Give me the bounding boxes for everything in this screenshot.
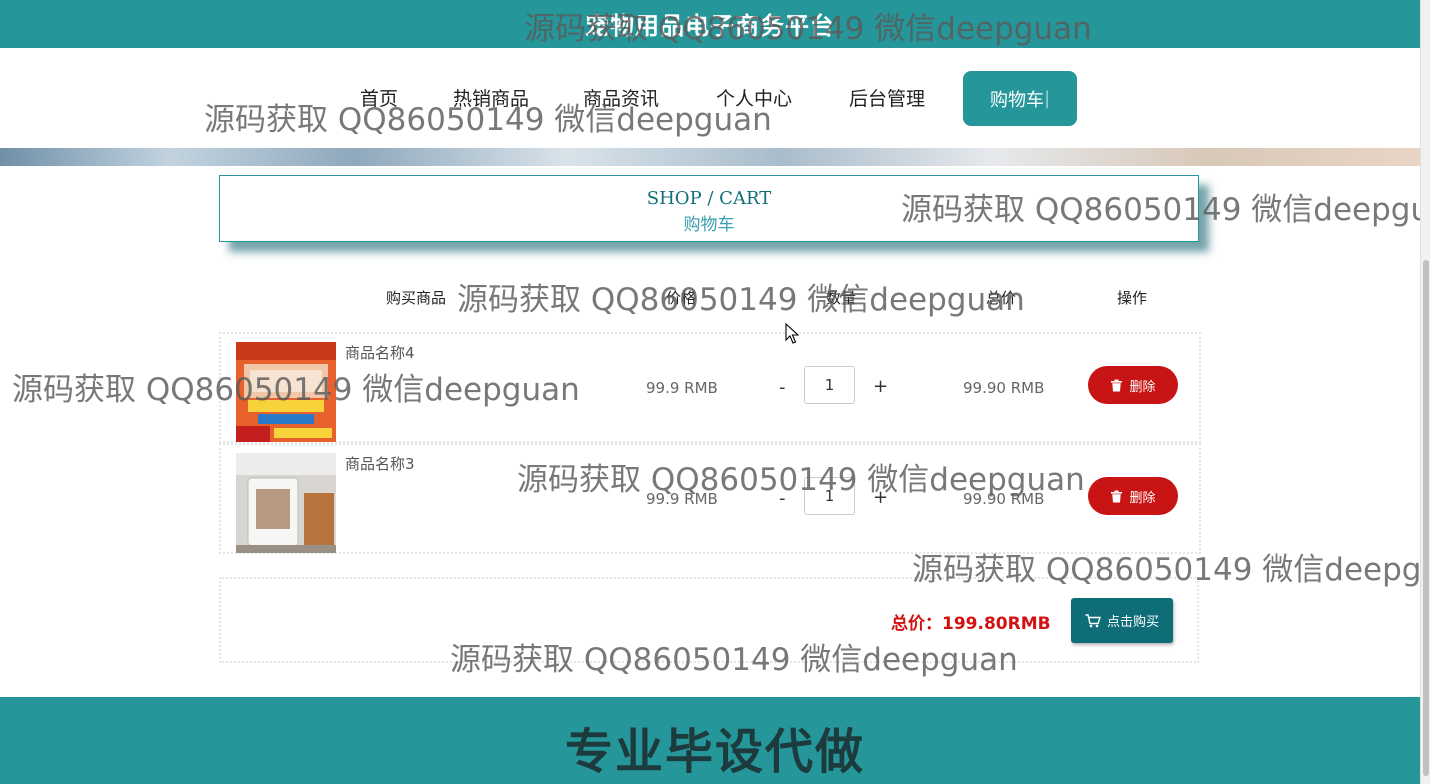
delete-label: 删除: [1129, 379, 1156, 395]
product-name[interactable]: 商品名称3: [345, 453, 415, 474]
cart-icon: [1085, 613, 1101, 627]
decrease-quantity-button[interactable]: -: [779, 377, 786, 398]
decrease-quantity-button[interactable]: -: [779, 488, 786, 509]
quantity-input[interactable]: [804, 477, 855, 515]
nav-item-home[interactable]: 首页: [360, 84, 398, 111]
page-scrollbar[interactable]: [1420, 0, 1430, 784]
shop-cart-header: SHOP / CART 购物车: [219, 175, 1199, 242]
delete-button[interactable]: 删除: [1088, 477, 1178, 515]
increase-quantity-button[interactable]: +: [873, 487, 888, 508]
nav-item-admin[interactable]: 后台管理: [849, 84, 925, 111]
increase-quantity-button[interactable]: +: [873, 376, 888, 397]
product-image[interactable]: [236, 342, 336, 442]
col-header-total: 总价: [986, 289, 1017, 307]
delete-label: 删除: [1129, 490, 1156, 506]
nav-item-news[interactable]: 商品资讯: [583, 84, 659, 111]
shop-header-cn: 购物车: [683, 215, 735, 235]
shop-header-en: SHOP / CART: [646, 188, 772, 209]
footer-banner: 专业毕设代做: [564, 724, 865, 780]
buy-label: 点击购买: [1106, 615, 1159, 630]
cart-total: 总价：199.80RMB: [891, 614, 1051, 634]
cart-row: 商品名称4 99.9 RMB - + 99.90 RMB 删除: [219, 332, 1201, 443]
top-bar: 宠物用品电子商务平台: [0, 0, 1420, 48]
col-header-quantity: 数量: [826, 289, 857, 307]
product-price: 99.9 RMB: [646, 490, 718, 508]
nav-cart-button[interactable]: 购物车 |: [963, 71, 1077, 126]
watermark: 源码获取 QQ86050149 微信deepguan: [457, 282, 1025, 318]
col-header-price: 价格: [666, 289, 697, 307]
col-header-product: 购买商品: [386, 289, 447, 307]
product-image[interactable]: [236, 453, 336, 553]
line-total: 99.90 RMB: [963, 490, 1045, 508]
cart-row: 商品名称3 99.9 RMB - + 99.90 RMB 删除: [219, 443, 1201, 554]
scrollbar-thumb[interactable]: [1423, 260, 1429, 776]
delete-button[interactable]: 删除: [1088, 366, 1178, 404]
trash-icon: [1111, 490, 1123, 502]
site-title: 宠物用品电子商务平台: [585, 12, 835, 40]
quantity-input[interactable]: [804, 366, 855, 404]
cart-summary: 总价：199.80RMB 点击购买: [219, 577, 1199, 663]
main-nav: 首页 热销商品 商品资讯 个人中心 后台管理: [0, 48, 1420, 148]
banner-image-strip: [0, 148, 1420, 166]
product-name[interactable]: 商品名称4: [345, 342, 415, 363]
trash-icon: [1111, 379, 1123, 391]
buy-button[interactable]: 点击购买: [1071, 598, 1173, 643]
line-total: 99.90 RMB: [963, 379, 1045, 397]
product-price: 99.9 RMB: [646, 379, 718, 397]
nav-cart-label: 购物车: [989, 89, 1044, 111]
nav-item-user-center[interactable]: 个人中心: [716, 84, 792, 111]
nav-item-hot-products[interactable]: 热销商品: [453, 84, 529, 111]
col-header-action: 操作: [1117, 289, 1148, 307]
mouse-cursor-icon: [785, 323, 799, 344]
